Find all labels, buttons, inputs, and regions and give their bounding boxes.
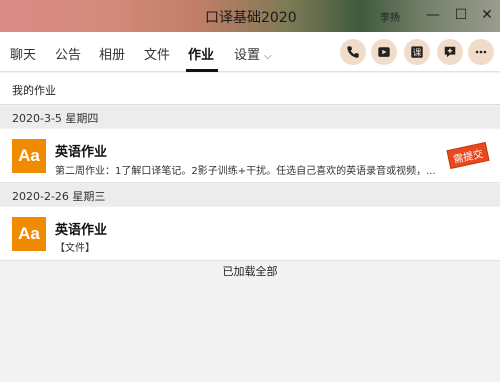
status-badge: 需提交: [446, 142, 490, 169]
class-icon-label: 课: [413, 47, 422, 58]
date-header: 2020-2-26 星期三: [0, 184, 500, 206]
tab-settings[interactable]: 设置 ⌵: [234, 44, 272, 63]
date-label: 2020-2-26 星期三: [12, 190, 106, 203]
add-message-button[interactable]: [437, 39, 463, 65]
phone-button[interactable]: [340, 39, 366, 65]
video-call-button[interactable]: [371, 39, 397, 65]
homework-description: 【文件】: [55, 243, 95, 254]
title-bar: 口译基础2020 李扬 — ☐ ✕: [0, 0, 500, 32]
homework-app-icon: Aa: [12, 217, 46, 251]
user-name[interactable]: 李扬: [380, 9, 400, 24]
video-icon: [378, 47, 390, 57]
tab-album[interactable]: 相册: [99, 44, 125, 63]
tab-announcements[interactable]: 公告: [55, 44, 81, 63]
homework-title: 英语作业: [55, 145, 108, 160]
tab-settings-label: 设置: [234, 48, 261, 63]
section-header: 我的作业: [0, 73, 500, 105]
homework-item[interactable]: Aa 英语作业 第二周作业：1了解口译笔记。2影子训练+干扰。任选自己喜欢的英语…: [0, 129, 500, 183]
phone-icon: [347, 46, 359, 58]
homework-app-icon: Aa: [12, 139, 46, 173]
more-icon: [475, 50, 487, 54]
window-title: 口译基础2020: [205, 10, 297, 26]
tab-files[interactable]: 文件: [144, 44, 170, 63]
homework-item[interactable]: Aa 英语作业 【文件】: [0, 207, 500, 261]
homework-description: 第二周作业：1了解口译笔记。2影子训练+干扰。任选自己喜欢的英语录音或视频，..…: [55, 166, 436, 177]
tab-bar: 聊天 公告 相册 文件 作业 设置 ⌵ 课: [0, 32, 500, 72]
minimize-button[interactable]: —: [424, 6, 442, 24]
homework-title: 英语作业: [55, 223, 108, 238]
chevron-down-icon: ⌵: [264, 51, 272, 62]
date-header: 2020-3-5 星期四: [0, 106, 500, 128]
date-label: 2020-3-5 星期四: [12, 112, 99, 125]
close-button[interactable]: ✕: [478, 6, 496, 24]
maximize-button[interactable]: ☐: [452, 6, 470, 24]
section-title: 我的作业: [12, 84, 56, 97]
load-status: 已加载全部: [222, 265, 278, 278]
active-tab-indicator: [186, 69, 218, 72]
more-button[interactable]: [468, 39, 494, 65]
add-message-icon: [444, 46, 456, 58]
tab-homework[interactable]: 作业: [188, 44, 214, 63]
class-button[interactable]: 课: [404, 39, 430, 65]
tab-chat[interactable]: 聊天: [10, 44, 36, 63]
class-icon: 课: [411, 46, 423, 58]
